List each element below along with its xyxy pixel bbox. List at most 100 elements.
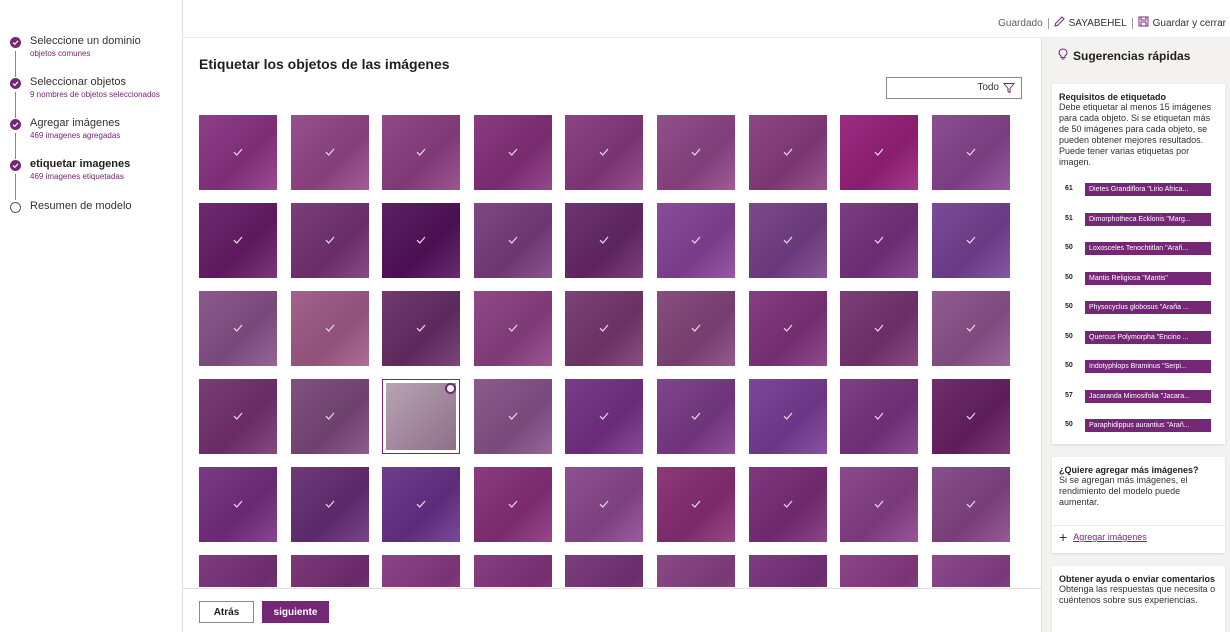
checkmark-icon — [965, 322, 977, 334]
checkmark-icon — [324, 234, 336, 246]
image-tile[interactable] — [291, 291, 369, 366]
image-tile[interactable] — [657, 115, 735, 190]
image-tile[interactable] — [932, 203, 1010, 278]
filter-dropdown[interactable]: Todo — [886, 77, 1022, 99]
image-tile[interactable] — [657, 203, 735, 278]
image-tile[interactable] — [840, 291, 918, 366]
image-tile[interactable] — [382, 203, 460, 278]
image-tile[interactable] — [749, 379, 827, 454]
checkmark-icon — [507, 234, 519, 246]
image-tile[interactable] — [657, 467, 735, 542]
image-tile[interactable] — [565, 203, 643, 278]
image-tile[interactable] — [291, 379, 369, 454]
image-tile[interactable] — [749, 115, 827, 190]
image-tile[interactable] — [565, 467, 643, 542]
image-tile[interactable] — [749, 291, 827, 366]
image-tile[interactable] — [291, 115, 369, 190]
pencil-icon[interactable] — [1054, 16, 1065, 30]
step-title: Agregar imágenes — [30, 117, 120, 129]
image-tile[interactable] — [565, 291, 643, 366]
checkmark-icon — [965, 146, 977, 158]
object-tag[interactable]: Quercus Polymorpha "Encino ... — [1085, 331, 1211, 344]
image-tile[interactable] — [657, 555, 735, 587]
image-tile[interactable] — [474, 291, 552, 366]
image-tile[interactable] — [749, 555, 827, 587]
image-tile[interactable] — [199, 115, 277, 190]
add-images-label: Agregar imágenes — [1073, 532, 1147, 542]
image-tile[interactable] — [199, 203, 277, 278]
model-name[interactable]: SAYABEHEL — [1069, 18, 1127, 29]
image-tile[interactable] — [932, 467, 1010, 542]
image-tile[interactable] — [749, 467, 827, 542]
save-icon[interactable] — [1138, 16, 1149, 30]
image-tile[interactable] — [657, 379, 735, 454]
image-tile[interactable] — [932, 555, 1010, 587]
object-tag[interactable]: Paraphidippus aurantius "Arañ... — [1085, 419, 1211, 432]
checkmark-icon — [690, 234, 702, 246]
image-tile[interactable] — [565, 115, 643, 190]
object-tag[interactable]: Physocyclus globosus "Araña ... — [1085, 301, 1211, 314]
image-tile[interactable] — [565, 555, 643, 587]
image-tile[interactable] — [840, 555, 918, 587]
checkmark-icon — [232, 498, 244, 510]
image-tile[interactable] — [565, 379, 643, 454]
image-tile[interactable] — [474, 115, 552, 190]
requirement-count: 57 — [1065, 392, 1073, 399]
object-tag[interactable]: Mantis Religiosa "Mantis" — [1085, 272, 1211, 285]
image-tile[interactable] — [474, 555, 552, 587]
image-tile[interactable] — [382, 291, 460, 366]
requirement-count: 50 — [1065, 362, 1073, 369]
image-tile[interactable] — [199, 291, 277, 366]
image-tile[interactable] — [840, 203, 918, 278]
object-tag[interactable]: Dietes Grandiflora "Lirio Africa... — [1085, 183, 1211, 196]
step-title: Seleccione un dominio — [30, 35, 141, 47]
image-tile[interactable] — [291, 555, 369, 587]
object-tag[interactable]: Dimorphotheca Ecklonis "Marg... — [1085, 213, 1211, 226]
object-tag[interactable]: Jacaranda Mimosifolia "Jacara... — [1085, 390, 1211, 403]
image-tile[interactable] — [382, 115, 460, 190]
checkmark-icon — [415, 234, 427, 246]
requirement-row: 61 Dietes Grandiflora "Lirio Africa... — [1065, 183, 1225, 197]
object-tag[interactable]: Loxosceles Tenochtitlan "Arañ... — [1085, 242, 1211, 255]
requirement-count: 50 — [1065, 274, 1073, 281]
checkmark-icon — [507, 410, 519, 422]
image-tile[interactable] — [840, 379, 918, 454]
requirements-body: Debe etiquetar al menos 15 imágenes para… — [1059, 102, 1212, 167]
image-tile[interactable] — [932, 379, 1010, 454]
checkmark-icon — [690, 146, 702, 158]
add-images-link[interactable]: + Agregar imágenes — [1059, 530, 1147, 544]
checkmark-icon — [415, 322, 427, 334]
divider — [1052, 525, 1225, 526]
image-tile[interactable] — [199, 379, 277, 454]
image-tile[interactable] — [199, 467, 277, 542]
image-tile[interactable] — [932, 291, 1010, 366]
page-title: Etiquetar los objetos de las imágenes — [199, 56, 450, 72]
filter-icon — [1002, 82, 1016, 97]
image-tile[interactable] — [657, 291, 735, 366]
help-title: Obtener ayuda o enviar comentarios — [1059, 574, 1216, 584]
next-button[interactable]: siguiente — [262, 601, 329, 623]
checkmark-icon — [690, 322, 702, 334]
checkmark-icon — [965, 498, 977, 510]
checkmark-icon — [782, 146, 794, 158]
image-tile[interactable] — [291, 203, 369, 278]
checkmark-icon — [324, 146, 336, 158]
image-tile[interactable] — [382, 467, 460, 542]
step-subtitle: 469 imagenes agregadas — [30, 131, 121, 140]
image-tile[interactable] — [291, 467, 369, 542]
step-title: Seleccionar objetos — [30, 76, 127, 88]
save-close-button[interactable]: Guardar y cerrar — [1153, 18, 1226, 29]
image-tile[interactable] — [474, 379, 552, 454]
image-tile[interactable] — [382, 379, 460, 454]
image-tile[interactable] — [840, 115, 918, 190]
image-tile[interactable] — [932, 115, 1010, 190]
image-tile[interactable] — [474, 203, 552, 278]
step-connector — [15, 133, 16, 159]
image-tile[interactable] — [474, 467, 552, 542]
image-tile[interactable] — [199, 555, 277, 587]
image-tile[interactable] — [840, 467, 918, 542]
object-tag[interactable]: Indotyphlops Braminus "Serpi... — [1085, 360, 1211, 373]
image-tile[interactable] — [382, 555, 460, 587]
image-tile[interactable] — [749, 203, 827, 278]
back-button[interactable]: Atrás — [199, 601, 254, 623]
